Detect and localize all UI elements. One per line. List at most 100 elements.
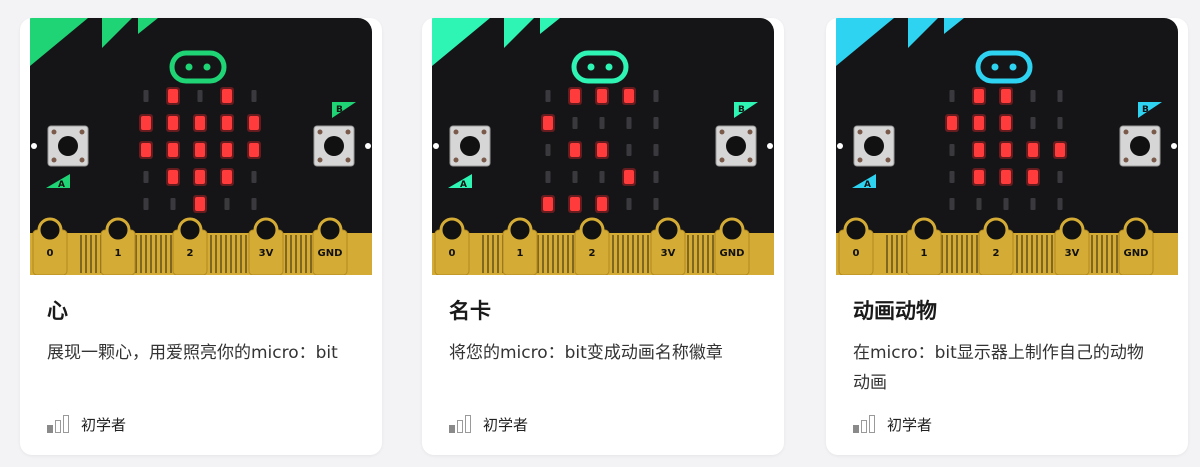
pin-3V: 3V	[1054, 217, 1090, 275]
led-on	[624, 89, 634, 103]
connector-strip	[1046, 235, 1048, 273]
connector-strip	[647, 235, 649, 273]
led-off	[1030, 198, 1036, 210]
logo-dot	[605, 63, 613, 71]
led-on	[543, 116, 553, 130]
led-on	[570, 143, 580, 157]
led-off	[653, 171, 659, 183]
connector-strip	[225, 235, 227, 273]
tutorial-card[interactable]: A B 0 1 2 3V GND 心 展现一颗心，用爱照亮你的micro：bit 初学者	[20, 18, 382, 455]
led-off	[599, 117, 605, 129]
led-on	[974, 170, 984, 184]
connector-strip	[896, 235, 898, 273]
connector-strip	[285, 235, 287, 273]
led-on	[195, 143, 205, 157]
connector-strip	[170, 235, 172, 273]
button-a-label: A	[460, 180, 467, 190]
signal-bars-icon	[449, 415, 473, 433]
led-off	[653, 144, 659, 156]
tutorial-card-list: A B 0 1 2 3V GND 心 展现一颗心，用爱照亮你的micro：bit 初学者 A…	[0, 0, 1200, 467]
led-off	[143, 90, 149, 102]
tutorial-card[interactable]: A B 0 1 2 3V GND 动画动物 在micro：bit显示器上制作自己的动物动画 …	[826, 18, 1188, 455]
tutorial-card[interactable]: A B 0 1 2 3V GND 名卡 将您的micro：bit变成动画名称徽章 初学者	[422, 18, 784, 455]
connector-strip	[245, 235, 247, 273]
pin-label: 0	[47, 248, 54, 259]
connector-strip	[482, 235, 484, 273]
connector-strip	[702, 235, 704, 273]
pin-label: 0	[853, 248, 860, 259]
connector-strip	[622, 235, 624, 273]
difficulty-level: 初学者	[853, 414, 932, 434]
button-b-label: B	[1142, 105, 1149, 115]
connector-strip	[1111, 235, 1113, 273]
connector-strip	[240, 235, 242, 273]
pin-GND: GND	[312, 217, 348, 275]
connector-strip	[1041, 235, 1043, 273]
push-button-icon	[1119, 125, 1161, 167]
led-off	[251, 198, 257, 210]
signal-bars-icon	[47, 415, 71, 433]
connector-strip	[1116, 235, 1118, 273]
difficulty-level: 初学者	[449, 414, 528, 434]
led-off	[949, 171, 955, 183]
card-description: 在micro：bit显示器上制作自己的动物动画	[853, 343, 1144, 393]
led-on	[1028, 143, 1038, 157]
connector-strip	[637, 235, 639, 273]
connector-strip	[165, 235, 167, 273]
connector-strip	[290, 235, 292, 273]
edge-dot	[837, 143, 843, 149]
connector-strip	[956, 235, 958, 273]
button-b-label: B	[738, 105, 745, 115]
led-off	[197, 90, 203, 102]
led-on	[597, 89, 607, 103]
logo-dot	[991, 63, 999, 71]
led-on	[947, 116, 957, 130]
connector-strip	[1106, 235, 1108, 273]
pin-2: 2	[978, 217, 1014, 275]
led-on	[141, 143, 151, 157]
led-off	[572, 117, 578, 129]
connector-strip	[642, 235, 644, 273]
push-button-icon	[313, 125, 355, 167]
led-off	[1057, 171, 1063, 183]
pin-label: 3V	[661, 248, 676, 259]
pin-label: 2	[589, 248, 596, 259]
edge-dot	[767, 143, 773, 149]
connector-strip	[155, 235, 157, 273]
pin-label: 0	[449, 248, 456, 259]
connector-strip	[1096, 235, 1098, 273]
connector-strip	[160, 235, 162, 273]
led-off	[1030, 90, 1036, 102]
led-on	[249, 116, 259, 130]
button-a-label: A	[58, 180, 65, 190]
led-off	[976, 198, 982, 210]
led-off	[1003, 198, 1009, 210]
connector-strip	[305, 235, 307, 273]
led-off	[626, 117, 632, 129]
connector-strip	[1051, 235, 1053, 273]
pin-1: 1	[502, 217, 538, 275]
connector-strip	[497, 235, 499, 273]
led-off	[1030, 117, 1036, 129]
connector-strip	[547, 235, 549, 273]
led-off	[626, 198, 632, 210]
led-on	[168, 170, 178, 184]
connector-strip	[140, 235, 142, 273]
connector-strip	[552, 235, 554, 273]
led-on	[1028, 170, 1038, 184]
connector-strip	[145, 235, 147, 273]
pin-label: 2	[993, 248, 1000, 259]
led-off	[653, 198, 659, 210]
pin-label: 3V	[259, 248, 274, 259]
led-on	[974, 116, 984, 130]
logo-dot	[1009, 63, 1017, 71]
connector-strip	[215, 235, 217, 273]
led-on	[141, 116, 151, 130]
led-on	[168, 143, 178, 157]
led-off	[1057, 90, 1063, 102]
led-on	[597, 197, 607, 211]
push-button-icon	[853, 125, 895, 167]
led-on	[168, 116, 178, 130]
pin-2: 2	[172, 217, 208, 275]
logo-dot	[203, 63, 211, 71]
